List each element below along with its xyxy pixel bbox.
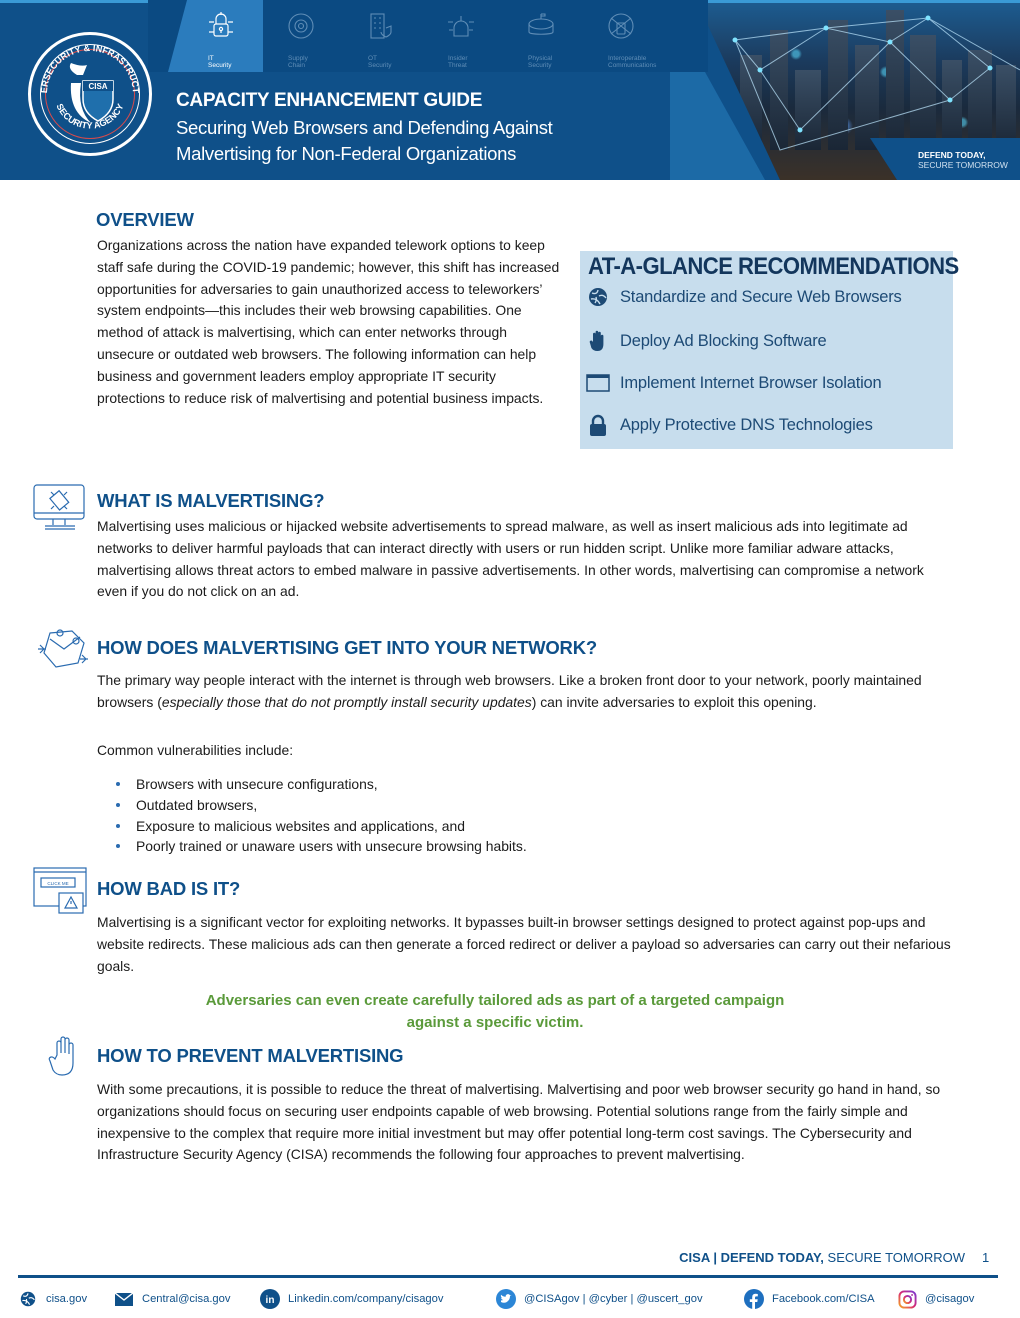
contact-label: Facebook.com/CISA	[772, 1293, 875, 1305]
vulnerabilities-intro: Common vulnerabilities include:	[97, 742, 294, 758]
how-bad-heading: HOW BAD IS IT?	[97, 878, 241, 899]
page-number: 1	[982, 1250, 990, 1265]
stadium-icon	[528, 13, 554, 35]
click-me-text: CLICK ME	[47, 881, 68, 886]
contact-bar: cisa.gov Central@cisa.gov in Linkedin.co…	[0, 1288, 1020, 1312]
seal-shield-text: CISA	[88, 82, 107, 91]
contact-label: cisa.gov	[46, 1293, 88, 1305]
recommendation-item: Apply Protective DNS Technologies	[586, 412, 873, 438]
list-item: Poorly trained or unaware users with uns…	[114, 836, 527, 857]
list-item: Outdated browsers,	[114, 795, 527, 816]
contact-email-link[interactable]: Central@cisa.gov	[114, 1288, 230, 1310]
at-a-glance-title: AT-A-GLANCE RECOMMENDATIONS	[588, 253, 959, 280]
linkedin-icon: in	[260, 1289, 280, 1309]
what-is-heading: WHAT IS MALVERTISING?	[97, 490, 325, 511]
header-banner: DEFEND TODAY, SECURE TOMORROW IT Security…	[0, 0, 1020, 180]
contact-label: @cisagov	[925, 1293, 975, 1305]
popup-warning-icon: CLICK ME	[33, 867, 87, 914]
how-bad-body: Malvertising is a significant vector for…	[97, 914, 951, 974]
instagram-icon	[897, 1289, 917, 1309]
twitter-icon	[496, 1289, 516, 1309]
broken-bug-icon	[38, 629, 88, 668]
globe-icon	[586, 285, 610, 309]
contact-label: Linkedin.com/company/cisagov	[288, 1293, 444, 1305]
gear-cycle-icon	[288, 13, 314, 39]
page-title-line1: Securing Web Browsers and Defending Agai…	[176, 117, 553, 138]
tagline-bold: DEFEND TODAY,	[918, 150, 986, 160]
envelope-icon	[114, 1289, 134, 1309]
tab-label-line1: Interoperable	[608, 55, 647, 62]
lock-icon	[586, 413, 610, 437]
how-does-heading: HOW DOES MALVERTISING GET INTO YOUR NETW…	[97, 637, 597, 658]
building-shield-icon	[370, 13, 392, 39]
banner-tagline: DEFEND TODAY, SECURE TOMORROW	[918, 150, 1008, 170]
prevent-heading: HOW TO PREVENT MALVERTISING	[97, 1045, 404, 1066]
overview-heading: OVERVIEW	[96, 209, 194, 230]
footer-tagline: CISA | DEFEND TODAY, SECURE TOMORROW	[0, 1250, 965, 1265]
how-does-body: The primary way people interact with the…	[97, 670, 957, 714]
tab-label-line2: Communications	[608, 62, 657, 69]
how-does-body-emphasis: especially those that do not promptly in…	[161, 693, 532, 710]
padlock-circuit-icon	[209, 12, 233, 37]
globe-icon	[18, 1289, 38, 1309]
contact-facebook-link[interactable]: Facebook.com/CISA	[744, 1288, 875, 1310]
footer-tagline-bold: CISA | DEFEND TODAY,	[679, 1250, 824, 1265]
eagle-head-icon	[69, 63, 87, 75]
callout-line2: against a specific victim.	[406, 1014, 584, 1031]
overview-body: Organizations across the nation have exp…	[97, 237, 560, 406]
recommendation-item: Deploy Ad Blocking Software	[586, 328, 827, 354]
page-title: Securing Web Browsers and Defending Agai…	[176, 115, 553, 167]
facebook-icon	[744, 1289, 764, 1309]
prevent-body: With some precautions, it is possible to…	[97, 1081, 941, 1163]
contact-label: Central@cisa.gov	[142, 1293, 231, 1305]
recommendation-label: Standardize and Secure Web Browsers	[620, 287, 902, 306]
tagline-light: SECURE TOMORROW	[918, 160, 1008, 170]
cisa-seal-logo: CYBERSECURITY & INFRASTRUCTURE SECURITY …	[28, 32, 152, 156]
hand-stop-icon	[586, 329, 610, 353]
recommendation-label: Implement Internet Browser Isolation	[620, 373, 882, 392]
recommendation-item: Standardize and Secure Web Browsers	[586, 284, 902, 310]
contact-instagram-link[interactable]: @cisagov	[897, 1288, 974, 1310]
how-does-body-post: ) can invite adversaries to exploit this…	[531, 693, 817, 710]
radio-network-icon	[608, 13, 634, 39]
category-tabs: IT Security Supply Chain OT Security Inside…	[148, 0, 708, 72]
computer-bug-icon	[33, 484, 85, 530]
vulnerabilities-list: Browsers with unsecure configurations, O…	[114, 774, 527, 857]
footer-divider	[18, 1275, 998, 1278]
page-title-line2: Malvertising for Non-Federal Organizatio…	[176, 143, 517, 164]
recommendation-label: Deploy Ad Blocking Software	[620, 331, 827, 350]
contact-linkedin-link[interactable]: in Linkedin.com/company/cisagov	[260, 1288, 443, 1310]
capitol-network-icon	[448, 16, 474, 37]
at-a-glance-box: AT-A-GLANCE RECOMMENDATIONS Standardize …	[580, 251, 959, 449]
list-item: Browsers with unsecure configurations,	[114, 774, 527, 795]
recommendation-item: Implement Internet Browser Isolation	[586, 370, 882, 396]
tab-it-security[interactable]: IT Security	[168, 0, 263, 72]
contact-label: @CISAgov | @cyber | @uscert_gov	[524, 1293, 703, 1305]
guide-kicker: CAPACITY ENHANCEMENT GUIDE	[176, 90, 483, 111]
svg-text:in: in	[266, 1295, 275, 1306]
what-is-body: Malvertising uses malicious or hijacked …	[97, 518, 924, 600]
list-item: Exposure to malicious websites and appli…	[114, 816, 527, 837]
contact-twitter-link[interactable]: @CISAgov | @cyber | @uscert_gov	[496, 1288, 703, 1310]
recommendation-label: Apply Protective DNS Technologies	[620, 415, 873, 434]
callout-line1: Adversaries can even create carefully ta…	[205, 992, 785, 1009]
contact-website-link[interactable]: cisa.gov	[18, 1288, 87, 1310]
hand-stop-icon	[48, 1036, 74, 1076]
callout-quote: Adversaries can even create carefully ta…	[110, 990, 880, 1034]
footer-tagline-light: SECURE TOMORROW	[823, 1250, 965, 1265]
browser-window-icon	[586, 371, 610, 395]
